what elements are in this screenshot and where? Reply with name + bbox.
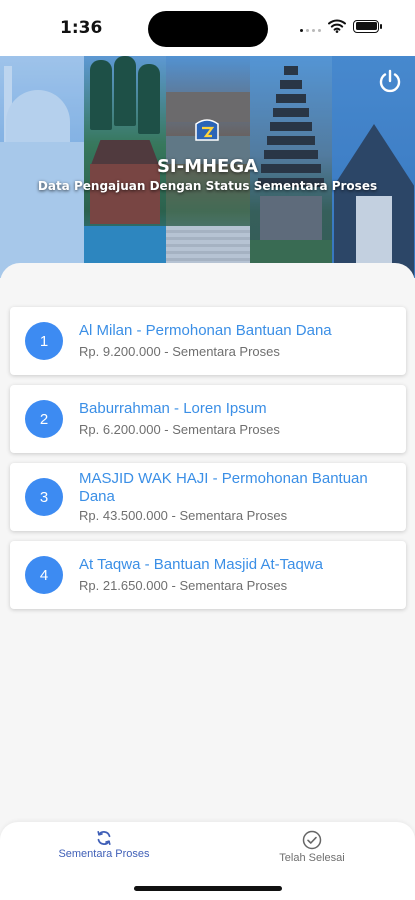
item-number-avatar: 4	[25, 556, 63, 594]
item-number-avatar: 2	[25, 400, 63, 438]
item-title: Baburrahman - Loren Ipsum	[79, 400, 267, 417]
tab-telah-selesai[interactable]: Telah Selesai	[237, 830, 387, 870]
item-number-avatar: 3	[25, 478, 63, 516]
tab-label: Telah Selesai	[279, 852, 345, 864]
power-icon[interactable]	[377, 68, 403, 94]
submission-list: 1 Al Milan - Permohonan Bantuan Dana Rp.…	[0, 263, 415, 825]
item-subtitle: Rp. 43.500.000 - Sementara Proses	[79, 508, 288, 523]
item-number-avatar: 1	[25, 322, 63, 360]
app-logo-icon	[195, 119, 219, 141]
item-subtitle: Rp. 21.650.000 - Sementara Proses	[79, 578, 288, 593]
check-circle-icon	[302, 830, 322, 850]
item-subtitle: Rp. 9.200.000 - Sementara Proses	[79, 344, 280, 359]
wifi-icon	[328, 19, 346, 33]
signal-icon	[300, 20, 321, 32]
item-title: MASJID WAK HAJI - Permohonan Bantuan Dan…	[79, 470, 368, 505]
list-item[interactable]: 1 Al Milan - Permohonan Bantuan Dana Rp.…	[10, 307, 406, 375]
list-item[interactable]: 3 MASJID WAK HAJI - Permohonan Bantuan D…	[10, 463, 406, 531]
status-time: 1:36	[60, 18, 103, 38]
status-bar: 1:36	[0, 0, 415, 56]
list-item[interactable]: 4 At Taqwa - Bantuan Masjid At-Taqwa Rp.…	[10, 541, 406, 609]
item-subtitle: Rp. 6.200.000 - Sementara Proses	[79, 422, 280, 437]
item-title: Al Milan - Permohonan Bantuan Dana	[79, 322, 332, 339]
tab-sementara-proses[interactable]: Sementara Proses	[29, 830, 179, 870]
header-banner: SI-MHEGA Data Pengajuan Dengan Status Se…	[0, 56, 415, 278]
home-indicator	[134, 886, 282, 891]
refresh-icon	[97, 831, 111, 845]
dynamic-island	[148, 11, 268, 47]
list-item[interactable]: 2 Baburrahman - Loren Ipsum Rp. 6.200.00…	[10, 385, 406, 453]
app-title: SI-MHEGA	[156, 156, 259, 177]
page-subtitle: Data Pengajuan Dengan Status Sementara P…	[37, 179, 378, 193]
item-title: At Taqwa - Bantuan Masjid At-Taqwa	[79, 556, 324, 573]
status-icons	[300, 19, 382, 33]
tab-label: Sementara Proses	[58, 848, 150, 860]
battery-icon	[353, 19, 382, 33]
